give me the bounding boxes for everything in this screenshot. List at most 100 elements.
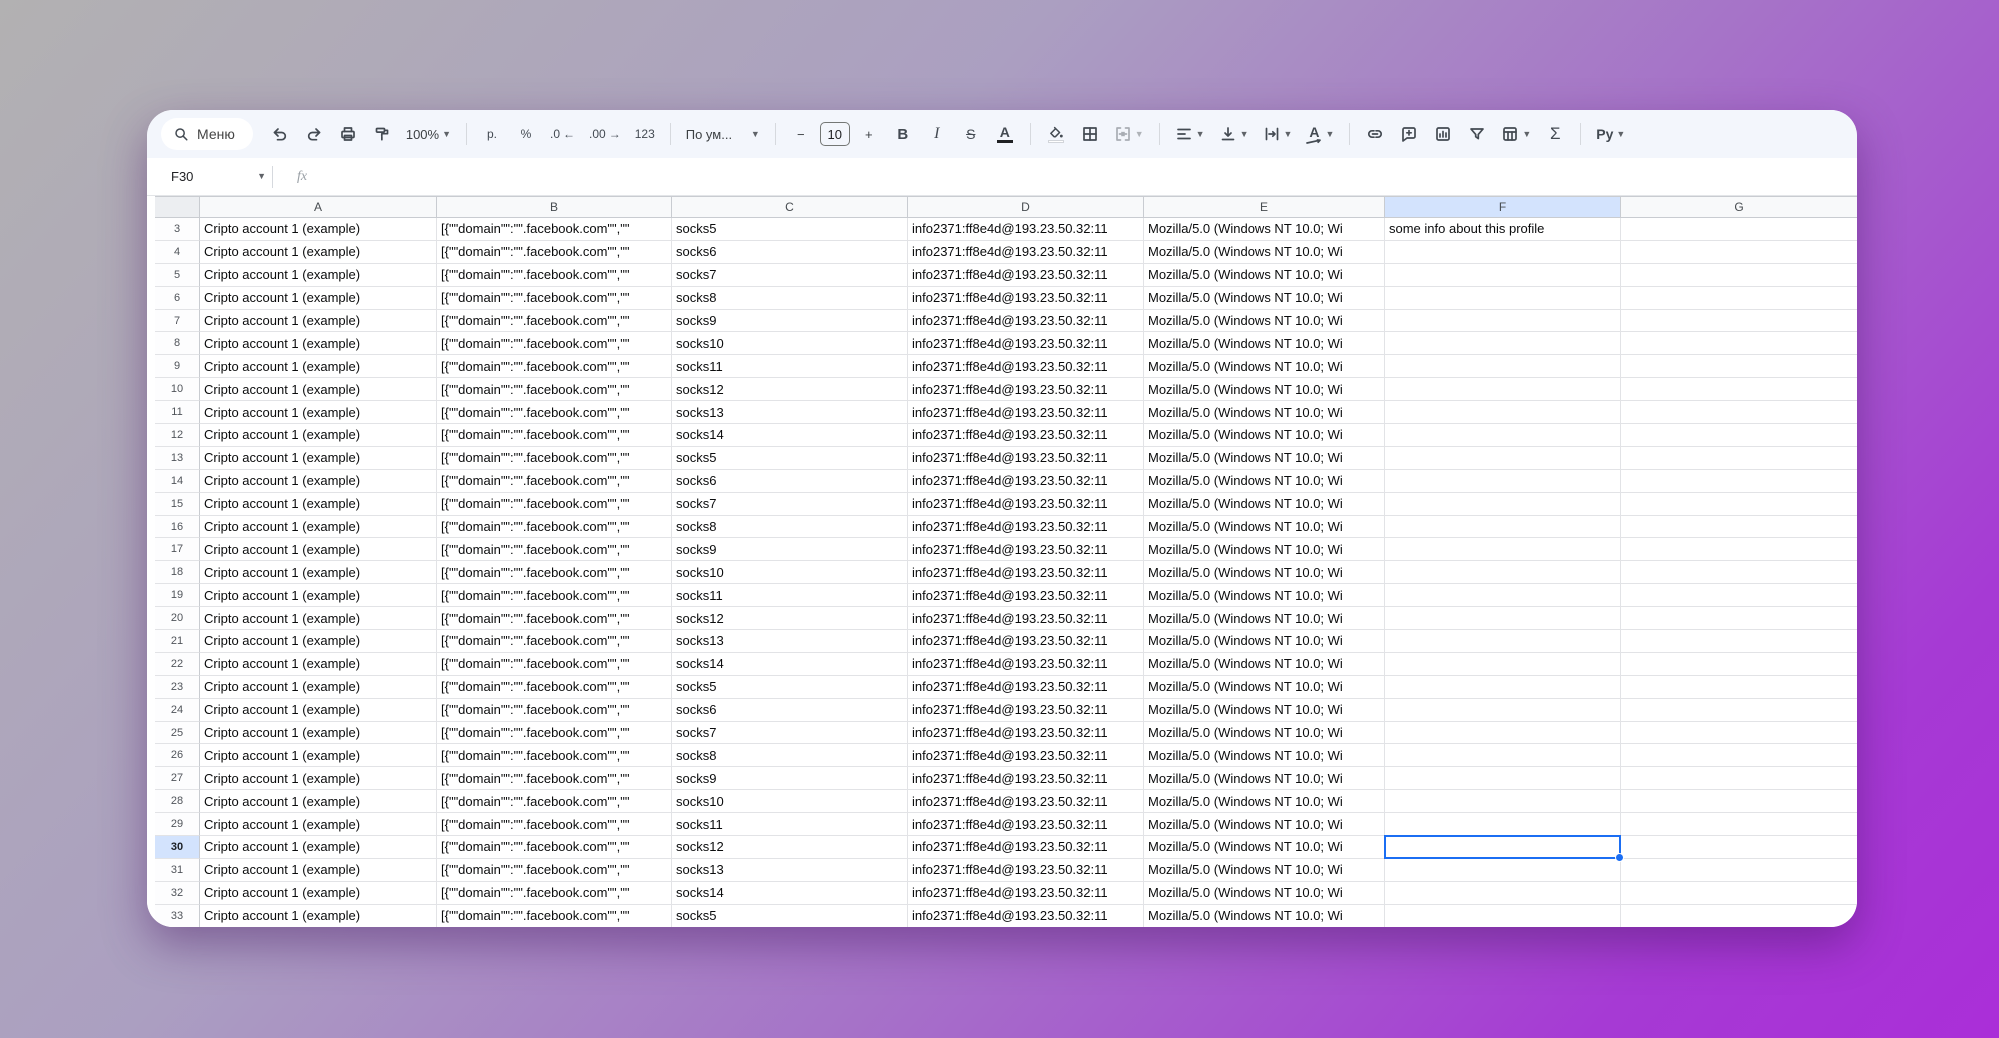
cell-B20[interactable]: [{""domain"":"".facebook.com"","" [437,607,672,630]
cell-A24[interactable]: Cripto account 1 (example) [200,699,437,722]
cell-B12[interactable]: [{""domain"":"".facebook.com"","" [437,424,672,447]
cell-D32[interactable]: info2371:ff8e4d@193.23.50.32:11 [908,882,1144,905]
cell-A25[interactable]: Cripto account 1 (example) [200,722,437,745]
cell-A32[interactable]: Cripto account 1 (example) [200,882,437,905]
row-header-22[interactable]: 22 [155,653,200,676]
cell-A4[interactable]: Cripto account 1 (example) [200,241,437,264]
cell-G13[interactable] [1621,447,1857,470]
insert-link-button[interactable] [1360,117,1390,151]
cell-E10[interactable]: Mozilla/5.0 (Windows NT 10.0; Wi [1144,378,1385,401]
cell-F31[interactable] [1385,859,1621,882]
cell-C22[interactable]: socks14 [672,653,908,676]
cell-D7[interactable]: info2371:ff8e4d@193.23.50.32:11 [908,310,1144,333]
cell-F15[interactable] [1385,493,1621,516]
cell-C18[interactable]: socks10 [672,561,908,584]
cell-D21[interactable]: info2371:ff8e4d@193.23.50.32:11 [908,630,1144,653]
strikethrough-button[interactable]: S [956,117,986,151]
cell-C24[interactable]: socks6 [672,699,908,722]
cell-B31[interactable]: [{""domain"":"".facebook.com"","" [437,859,672,882]
cell-F32[interactable] [1385,882,1621,905]
cell-B7[interactable]: [{""domain"":"".facebook.com"","" [437,310,672,333]
cell-E11[interactable]: Mozilla/5.0 (Windows NT 10.0; Wi [1144,401,1385,424]
cell-G4[interactable] [1621,241,1857,264]
cell-C8[interactable]: socks10 [672,332,908,355]
cell-C6[interactable]: socks8 [672,287,908,310]
cell-F5[interactable] [1385,264,1621,287]
cell-B17[interactable]: [{""domain"":"".facebook.com"","" [437,538,672,561]
cell-E18[interactable]: Mozilla/5.0 (Windows NT 10.0; Wi [1144,561,1385,584]
cell-F25[interactable] [1385,722,1621,745]
cell-A9[interactable]: Cripto account 1 (example) [200,355,437,378]
cell-D4[interactable]: info2371:ff8e4d@193.23.50.32:11 [908,241,1144,264]
cell-D24[interactable]: info2371:ff8e4d@193.23.50.32:11 [908,699,1144,722]
column-header-D[interactable]: D [908,196,1144,218]
cell-C7[interactable]: socks9 [672,310,908,333]
cell-B21[interactable]: [{""domain"":"".facebook.com"","" [437,630,672,653]
cell-F26[interactable] [1385,744,1621,767]
font-size-input[interactable]: 10 [820,122,850,146]
cell-C16[interactable]: socks8 [672,516,908,539]
cell-D8[interactable]: info2371:ff8e4d@193.23.50.32:11 [908,332,1144,355]
cell-A30[interactable]: Cripto account 1 (example) [200,836,437,859]
cell-G7[interactable] [1621,310,1857,333]
cell-B18[interactable]: [{""domain"":"".facebook.com"","" [437,561,672,584]
cell-E17[interactable]: Mozilla/5.0 (Windows NT 10.0; Wi [1144,538,1385,561]
cell-B13[interactable]: [{""domain"":"".facebook.com"","" [437,447,672,470]
cell-F16[interactable] [1385,516,1621,539]
cell-E19[interactable]: Mozilla/5.0 (Windows NT 10.0; Wi [1144,584,1385,607]
cell-B10[interactable]: [{""domain"":"".facebook.com"","" [437,378,672,401]
cell-A16[interactable]: Cripto account 1 (example) [200,516,437,539]
cell-G24[interactable] [1621,699,1857,722]
cell-A8[interactable]: Cripto account 1 (example) [200,332,437,355]
cell-E26[interactable]: Mozilla/5.0 (Windows NT 10.0; Wi [1144,744,1385,767]
cell-B23[interactable]: [{""domain"":"".facebook.com"","" [437,676,672,699]
cell-G20[interactable] [1621,607,1857,630]
cell-E20[interactable]: Mozilla/5.0 (Windows NT 10.0; Wi [1144,607,1385,630]
row-header-25[interactable]: 25 [155,722,200,745]
more-number-formats-button[interactable]: 123 [630,117,660,151]
cell-B16[interactable]: [{""domain"":"".facebook.com"","" [437,516,672,539]
apps-script-button[interactable]: Pу ▼ [1591,117,1630,151]
cell-D20[interactable]: info2371:ff8e4d@193.23.50.32:11 [908,607,1144,630]
row-header-8[interactable]: 8 [155,332,200,355]
cell-D9[interactable]: info2371:ff8e4d@193.23.50.32:11 [908,355,1144,378]
text-wrap-button[interactable]: ▼ [1258,117,1298,151]
cell-B4[interactable]: [{""domain"":"".facebook.com"","" [437,241,672,264]
cell-D25[interactable]: info2371:ff8e4d@193.23.50.32:11 [908,722,1144,745]
cell-E25[interactable]: Mozilla/5.0 (Windows NT 10.0; Wi [1144,722,1385,745]
row-header-17[interactable]: 17 [155,538,200,561]
column-header-F[interactable]: F [1385,196,1621,218]
cell-F18[interactable] [1385,561,1621,584]
cell-C13[interactable]: socks5 [672,447,908,470]
cell-B11[interactable]: [{""domain"":"".facebook.com"","" [437,401,672,424]
cell-F17[interactable] [1385,538,1621,561]
row-header-28[interactable]: 28 [155,790,200,813]
fill-color-button[interactable] [1041,117,1071,151]
cell-E6[interactable]: Mozilla/5.0 (Windows NT 10.0; Wi [1144,287,1385,310]
cell-F19[interactable] [1385,584,1621,607]
cell-A23[interactable]: Cripto account 1 (example) [200,676,437,699]
cell-G5[interactable] [1621,264,1857,287]
row-header-11[interactable]: 11 [155,401,200,424]
cell-E29[interactable]: Mozilla/5.0 (Windows NT 10.0; Wi [1144,813,1385,836]
cell-C10[interactable]: socks12 [672,378,908,401]
row-header-3[interactable]: 3 [155,218,200,241]
row-header-15[interactable]: 15 [155,493,200,516]
cell-E4[interactable]: Mozilla/5.0 (Windows NT 10.0; Wi [1144,241,1385,264]
cell-D23[interactable]: info2371:ff8e4d@193.23.50.32:11 [908,676,1144,699]
cell-D5[interactable]: info2371:ff8e4d@193.23.50.32:11 [908,264,1144,287]
cell-C20[interactable]: socks12 [672,607,908,630]
cell-A21[interactable]: Cripto account 1 (example) [200,630,437,653]
increase-decimal-button[interactable]: .00→ [584,117,626,151]
cell-G3[interactable] [1621,218,1857,241]
column-header-E[interactable]: E [1144,196,1385,218]
font-dropdown[interactable]: По ум... ▼ [681,117,765,151]
redo-button[interactable] [299,117,329,151]
cell-B14[interactable]: [{""domain"":"".facebook.com"","" [437,470,672,493]
cell-D12[interactable]: info2371:ff8e4d@193.23.50.32:11 [908,424,1144,447]
print-button[interactable] [333,117,363,151]
cell-G6[interactable] [1621,287,1857,310]
cell-F11[interactable] [1385,401,1621,424]
cell-G9[interactable] [1621,355,1857,378]
format-currency-button[interactable]: р. [477,117,507,151]
